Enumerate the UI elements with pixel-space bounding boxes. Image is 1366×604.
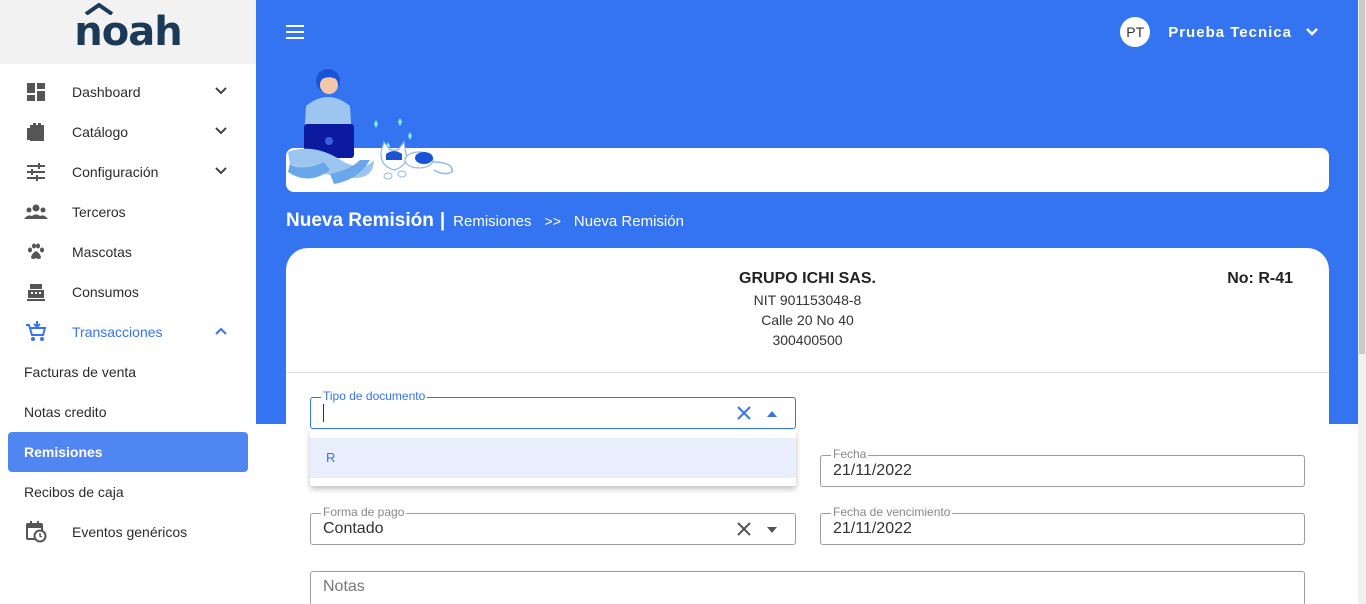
forma-pago-label: Forma de pago: [321, 505, 407, 519]
clear-icon[interactable]: [737, 406, 751, 420]
sidebar-item-label: Eventos genéricos: [72, 524, 188, 540]
clear-icon[interactable]: [737, 522, 751, 536]
main-content: PT Prueba Tecnica Nueva Remisión | Remis…: [256, 0, 1358, 604]
sidebar-item-label: Catálogo: [72, 124, 129, 140]
breadcrumb: Nueva Remisión | Remisiones >> Nueva Rem…: [286, 210, 684, 232]
user-name: Prueba Tecnica: [1168, 23, 1292, 41]
breadcrumb-separator: |: [439, 210, 446, 231]
forma-pago-value: Contado: [323, 520, 384, 537]
sidebar-item-transacciones[interactable]: Transacciones: [0, 312, 256, 352]
logo-text: noah: [74, 9, 182, 55]
chevron-down-icon: [1306, 28, 1318, 36]
company-phone: 300400500: [772, 332, 843, 348]
sidebar-subitem-facturas-de-venta[interactable]: Facturas de venta: [0, 352, 256, 392]
fecha-vencimiento-value: 21/11/2022: [833, 520, 912, 537]
top-bar: PT Prueba Tecnica: [256, 0, 1358, 64]
sidebar-item-consumos[interactable]: Consumos: [0, 272, 256, 312]
cash-register-icon: [24, 280, 48, 304]
forma-pago-select[interactable]: Forma de pago Contado: [310, 505, 796, 545]
sidebar: noah Dashboard Catálogo Configuración Te…: [0, 0, 256, 604]
people-icon: [24, 200, 48, 224]
tipo-documento-label: Tipo de documento: [321, 389, 428, 403]
chevron-down-icon: [215, 87, 227, 95]
company-info: GRUPO ICHI SAS. NIT 901153048-8 Calle 20…: [286, 270, 1329, 348]
sidebar-item-eventos-genericos[interactable]: Eventos genéricos: [0, 512, 256, 552]
scrollbar-thumb[interactable]: [1359, 0, 1365, 354]
notas-textarea[interactable]: Notas: [310, 571, 1305, 604]
breadcrumb-current: Nueva Remisión: [573, 212, 684, 230]
sidebar-item-label: Dashboard: [72, 84, 141, 100]
chevron-down-icon: [215, 167, 227, 175]
sidebar-item-configuracion[interactable]: Configuración: [0, 152, 256, 192]
cart-icon: [24, 320, 48, 344]
caret-down-icon[interactable]: [767, 527, 777, 533]
fecha-field[interactable]: Fecha 21/11/2022: [820, 447, 1305, 487]
fecha-value: 21/11/2022: [833, 462, 912, 479]
sidebar-subitem-recibos-de-caja[interactable]: Recibos de caja: [0, 472, 256, 512]
sidebar-item-dashboard[interactable]: Dashboard: [0, 72, 256, 112]
sidebar-subitem-notas-credito[interactable]: Notas credito: [0, 392, 256, 432]
breadcrumb-link-remisiones[interactable]: Remisiones: [453, 213, 531, 230]
company-name: GRUPO ICHI SAS.: [739, 270, 876, 287]
sidebar-item-catalogo[interactable]: Catálogo: [0, 112, 256, 152]
logo[interactable]: noah: [74, 3, 183, 55]
dropdown-option[interactable]: R: [310, 438, 796, 478]
sidebar-nav: Dashboard Catálogo Configuración Tercero…: [0, 64, 256, 552]
tipo-documento-select[interactable]: Tipo de documento: [310, 389, 796, 429]
catalog-icon: [24, 120, 48, 144]
sidebar-item-label: Mascotas: [72, 244, 132, 260]
chevron-down-icon: [215, 127, 227, 135]
fecha-vencimiento-field[interactable]: Fecha de vencimiento 21/11/2022: [820, 505, 1305, 545]
sidebar-item-label: Transacciones: [72, 324, 163, 340]
fecha-vencimiento-label: Fecha de vencimiento: [831, 505, 953, 519]
sidebar-item-terceros[interactable]: Terceros: [0, 192, 256, 232]
sidebar-subitem-remisiones[interactable]: Remisiones: [8, 432, 248, 472]
user-menu[interactable]: PT Prueba Tecnica: [1120, 17, 1320, 47]
sidebar-item-label: Terceros: [72, 204, 126, 220]
avatar: PT: [1120, 17, 1151, 47]
sidebar-item-mascotas[interactable]: Mascotas: [0, 232, 256, 272]
logo-roof-icon: [85, 3, 114, 15]
dashboard-icon: [24, 80, 48, 104]
text-cursor: [323, 404, 324, 422]
notas-placeholder: Notas: [323, 578, 365, 595]
menu-icon[interactable]: [286, 25, 304, 43]
paw-icon: [24, 240, 48, 264]
document-number: No: R-41: [1227, 270, 1293, 287]
caret-up-icon[interactable]: [767, 411, 777, 417]
sidebar-item-label: Consumos: [72, 284, 139, 300]
company-nit: NIT 901153048-8: [753, 292, 862, 308]
person-with-laptop-and-cat-illustration: [288, 69, 453, 184]
sidebar-item-label: Configuración: [72, 164, 159, 180]
page-title: Nueva Remisión: [286, 210, 434, 231]
sliders-icon: [24, 160, 48, 184]
fecha-label: Fecha: [831, 447, 869, 461]
company-address: Calle 20 No 40: [761, 312, 854, 328]
tipo-documento-dropdown: R: [310, 430, 796, 486]
divider: [286, 372, 1329, 373]
chevron-up-icon: [215, 327, 227, 335]
breadcrumb-arrow: >>: [544, 213, 561, 229]
calendar-clock-icon: [24, 520, 48, 544]
logo-area: noah: [0, 0, 256, 64]
